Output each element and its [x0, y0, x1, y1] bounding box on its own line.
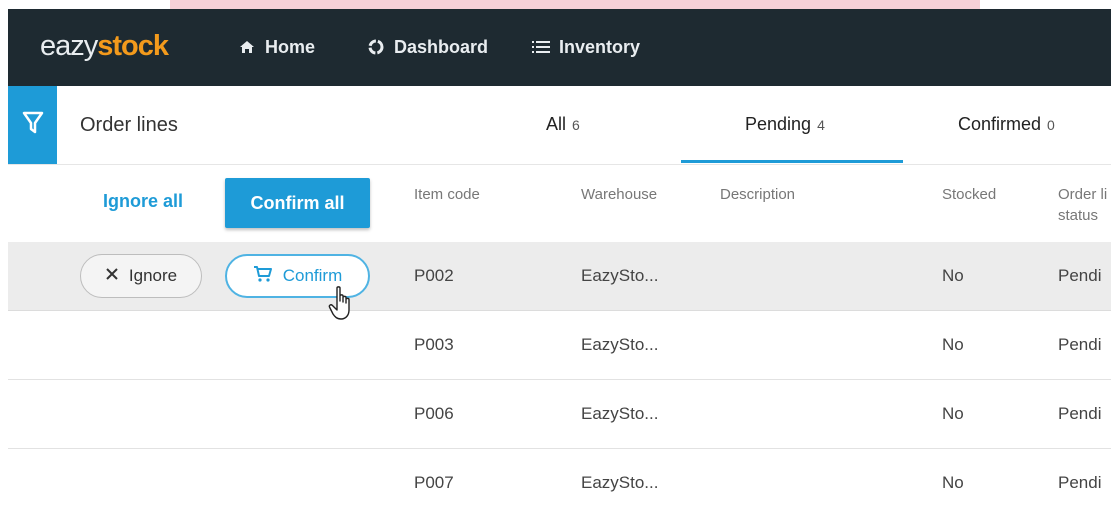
cell-warehouse: EazySto... [581, 404, 659, 423]
column-header-item-code[interactable]: Item code [414, 184, 480, 205]
close-icon [105, 266, 119, 286]
cell-warehouse: EazySto... [581, 473, 659, 492]
table-row[interactable]: Ignore Confirm P002 EazySto... No Pendi [8, 242, 1111, 311]
order-lines-header: Order lines All 6 Pending 4 Confirmed 0 [8, 86, 1111, 165]
cell-warehouse: EazySto... [581, 335, 659, 354]
nav-home-label: Home [265, 36, 316, 57]
tab-confirmed-count: 0 [1047, 117, 1055, 133]
dashboard-icon [367, 38, 385, 56]
home-icon [238, 38, 256, 56]
top-navbar: eazystock Home Dashboard Inventory [8, 9, 1111, 86]
column-header-description[interactable]: Description [720, 184, 795, 205]
active-tab-indicator [681, 160, 903, 163]
filter-icon [22, 110, 44, 141]
app-logo[interactable]: eazystock [40, 29, 169, 63]
tab-all-count: 6 [572, 117, 580, 133]
tab-pending-count: 4 [817, 117, 825, 133]
nav-dashboard-label: Dashboard [394, 36, 489, 57]
hand-cursor-icon [328, 286, 350, 320]
tab-confirmed[interactable]: Confirmed 0 [958, 114, 1055, 135]
cell-item-code: P003 [414, 335, 454, 354]
table-row[interactable]: P003 EazySto... No Pendi [8, 311, 1111, 380]
tab-pending[interactable]: Pending 4 [745, 114, 825, 135]
ignore-all-button[interactable]: Ignore all [103, 191, 183, 212]
column-header-status-text: status [1058, 207, 1099, 224]
cell-stocked: No [942, 473, 964, 492]
nav-inventory[interactable]: Inventory [532, 35, 640, 59]
cell-status: Pendi [1058, 266, 1102, 285]
nav-inventory-label: Inventory [559, 36, 641, 57]
confirm-button-label: Confirm [282, 266, 343, 285]
page-title: Order lines [80, 114, 178, 136]
filter-button[interactable] [8, 86, 57, 164]
confirm-all-button[interactable]: Confirm all [225, 178, 370, 228]
cell-stocked: No [942, 266, 964, 285]
table-row[interactable]: P007 EazySto... No Pendi [8, 449, 1111, 517]
cell-item-code: P007 [414, 473, 454, 492]
nav-dashboard[interactable]: Dashboard [367, 35, 488, 59]
logo-bold-text: stock [97, 30, 169, 62]
ignore-button[interactable]: Ignore [80, 254, 202, 298]
tab-confirmed-label: Confirmed [958, 114, 1042, 134]
column-header-stocked[interactable]: Stocked [942, 184, 996, 205]
cell-status: Pendi [1058, 335, 1102, 354]
tab-pending-label: Pending [745, 114, 812, 134]
table-header: Ignore all Confirm all Item code Warehou… [8, 165, 1111, 241]
cell-item-code: P006 [414, 404, 454, 423]
tab-all-label: All [546, 114, 567, 134]
cell-item-code: P002 [414, 266, 454, 285]
nav-home[interactable]: Home [238, 35, 315, 59]
cell-status: Pendi [1058, 404, 1102, 423]
ignore-button-label: Ignore [128, 266, 178, 285]
cell-warehouse: EazySto... [581, 266, 659, 285]
list-icon [532, 38, 550, 56]
cell-stocked: No [942, 335, 964, 354]
table-row[interactable]: P006 EazySto... No Pendi [8, 380, 1111, 449]
cart-icon [253, 265, 273, 288]
column-header-order-line-status[interactable]: Order li status [1058, 184, 1107, 226]
column-header-order-line-text: Order li [1058, 186, 1108, 203]
cell-status: Pendi [1058, 473, 1102, 492]
tab-all[interactable]: All 6 [546, 114, 580, 135]
logo-light-text: eazy [40, 30, 98, 62]
column-header-warehouse[interactable]: Warehouse [581, 184, 657, 205]
cell-stocked: No [942, 404, 964, 423]
